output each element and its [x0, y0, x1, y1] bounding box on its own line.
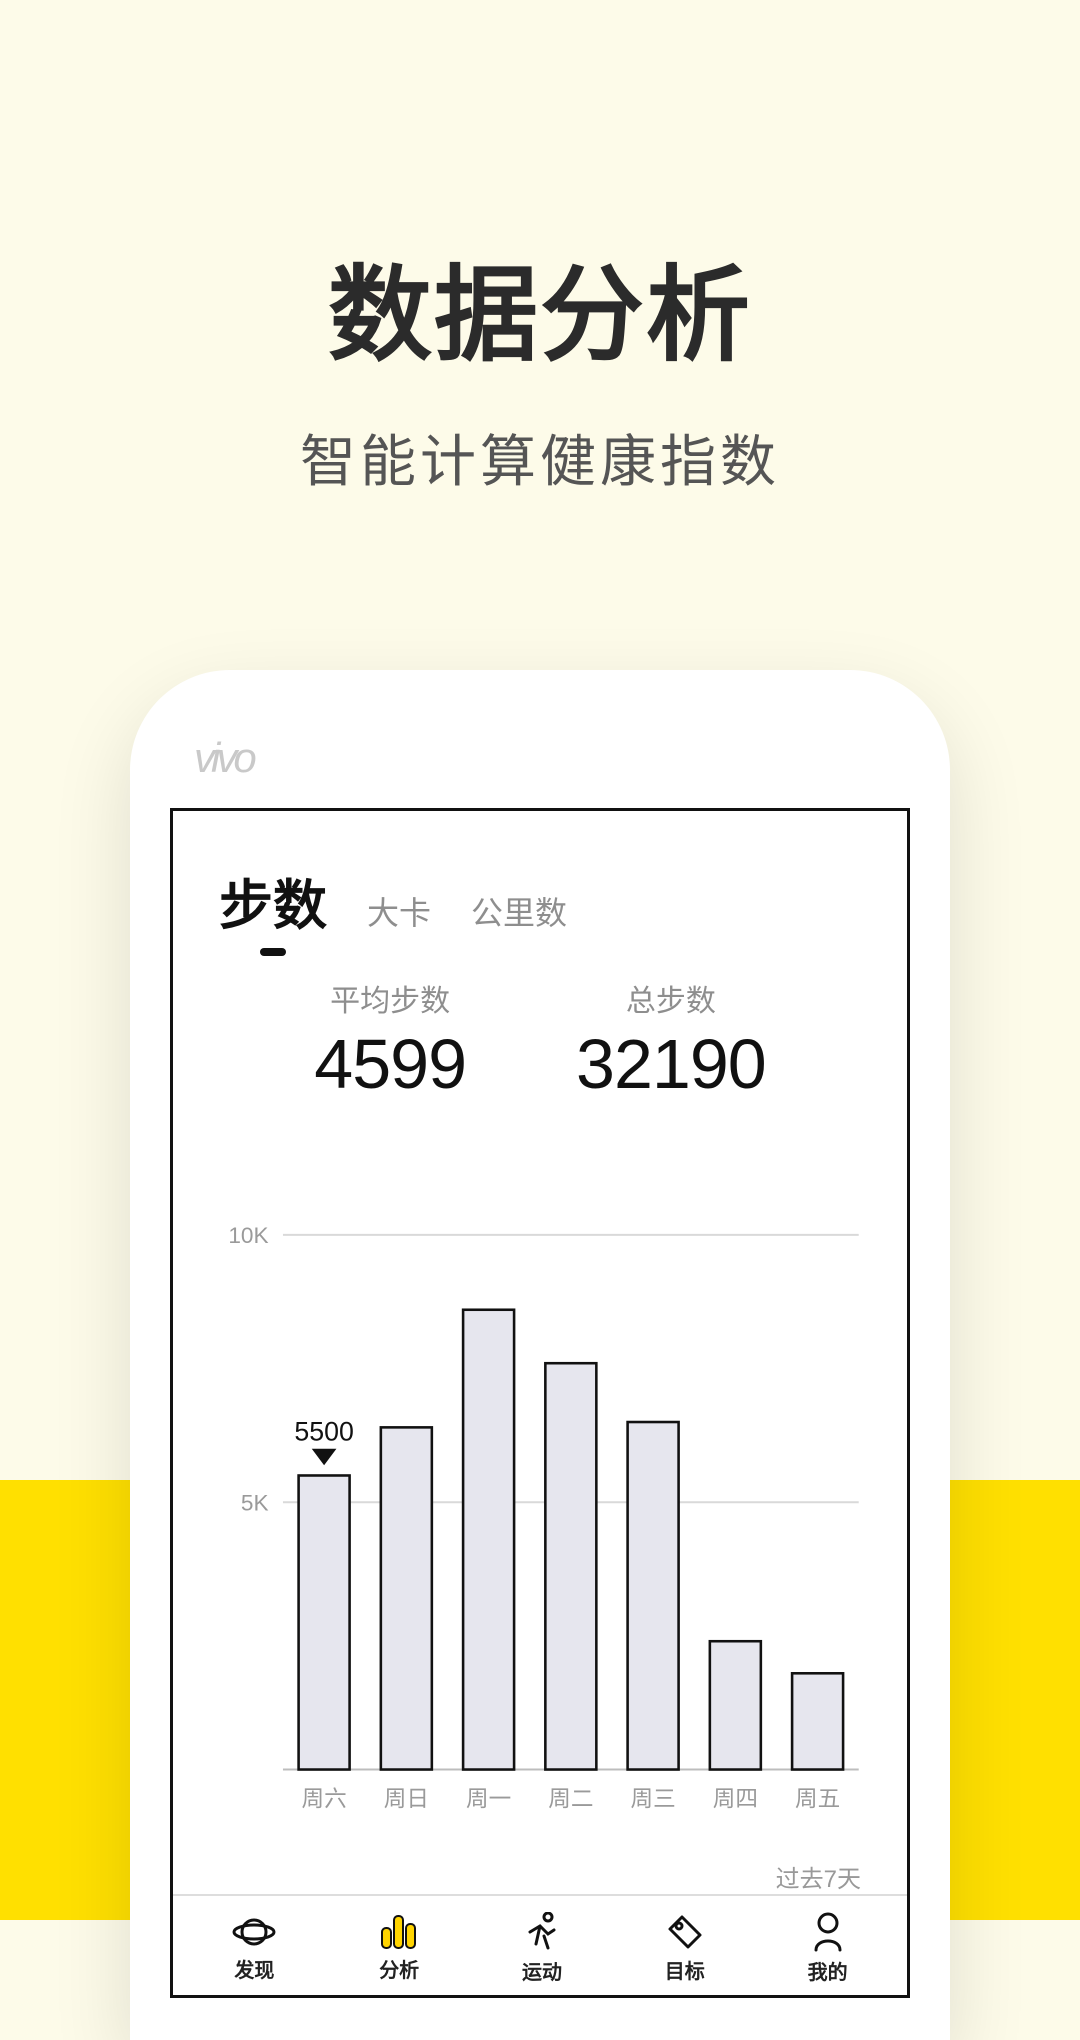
- svg-text:10K: 10K: [228, 1223, 268, 1248]
- page-title: 数据分析: [0, 230, 1080, 381]
- bar-chart-icon: [379, 1914, 419, 1950]
- phone-brand: vivo: [194, 734, 910, 782]
- tag-icon: [666, 1913, 704, 1951]
- nav-goals-label: 目标: [665, 1955, 705, 1984]
- chart-period-label: 过去7天: [173, 1859, 861, 1894]
- tab-km[interactable]: 公里数: [471, 888, 567, 934]
- stat-total: 总步数 32190: [576, 976, 766, 1104]
- nav-discover-label: 发现: [232, 1954, 276, 1983]
- page-header: 数据分析 智能计算健康指数: [0, 0, 1080, 498]
- bottom-nav: 发现 分析 运动 目标 我的: [173, 1894, 907, 1995]
- svg-text:周一: 周一: [466, 1787, 511, 1812]
- stat-average-value: 4599: [314, 1024, 466, 1104]
- nav-analyze-label: 分析: [379, 1954, 419, 1983]
- svg-text:5500: 5500: [294, 1417, 353, 1447]
- nav-goals[interactable]: 目标: [665, 1913, 705, 1984]
- runner-icon: [524, 1912, 560, 1952]
- tab-calories[interactable]: 大卡: [367, 888, 431, 934]
- stat-average-label: 平均步数: [314, 976, 466, 1020]
- svg-text:周二: 周二: [548, 1787, 593, 1812]
- nav-mine-label: 我的: [808, 1956, 848, 1985]
- tab-steps[interactable]: 步数: [219, 861, 327, 940]
- svg-text:周三: 周三: [630, 1787, 675, 1812]
- app-screen: 步数 大卡 公里数 平均步数 4599 总步数 32190 5K 10K 周六 550…: [170, 808, 910, 1998]
- stat-total-label: 总步数: [576, 976, 766, 1020]
- nav-sport-label: 运动: [522, 1956, 562, 1985]
- person-icon: [811, 1912, 845, 1952]
- metric-tabs: 步数 大卡 公里数: [173, 811, 907, 940]
- stats-row: 平均步数 4599 总步数 32190: [173, 976, 907, 1104]
- nav-mine[interactable]: 我的: [808, 1912, 848, 1985]
- nav-analyze[interactable]: 分析: [379, 1914, 419, 1983]
- svg-text:周日: 周日: [384, 1787, 429, 1812]
- nav-sport[interactable]: 运动: [522, 1912, 562, 1985]
- nav-discover[interactable]: 发现: [232, 1914, 276, 1983]
- page-subtitle: 智能计算健康指数: [0, 417, 1080, 498]
- svg-text:周六: 周六: [301, 1787, 346, 1812]
- svg-text:5K: 5K: [241, 1490, 269, 1515]
- stat-average: 平均步数 4599: [314, 976, 466, 1104]
- stat-total-value: 32190: [576, 1024, 766, 1104]
- phone-mock: vivo 步数 大卡 公里数 平均步数 4599 总步数 32190 5K 10K…: [130, 670, 950, 2040]
- steps-chart: 5K 10K 周六 5500 周日 周一 周二 周三 周四 周五: [211, 1184, 869, 1841]
- svg-text:周四: 周四: [713, 1787, 758, 1812]
- svg-text:周五: 周五: [795, 1787, 840, 1812]
- planet-icon: [232, 1914, 276, 1950]
